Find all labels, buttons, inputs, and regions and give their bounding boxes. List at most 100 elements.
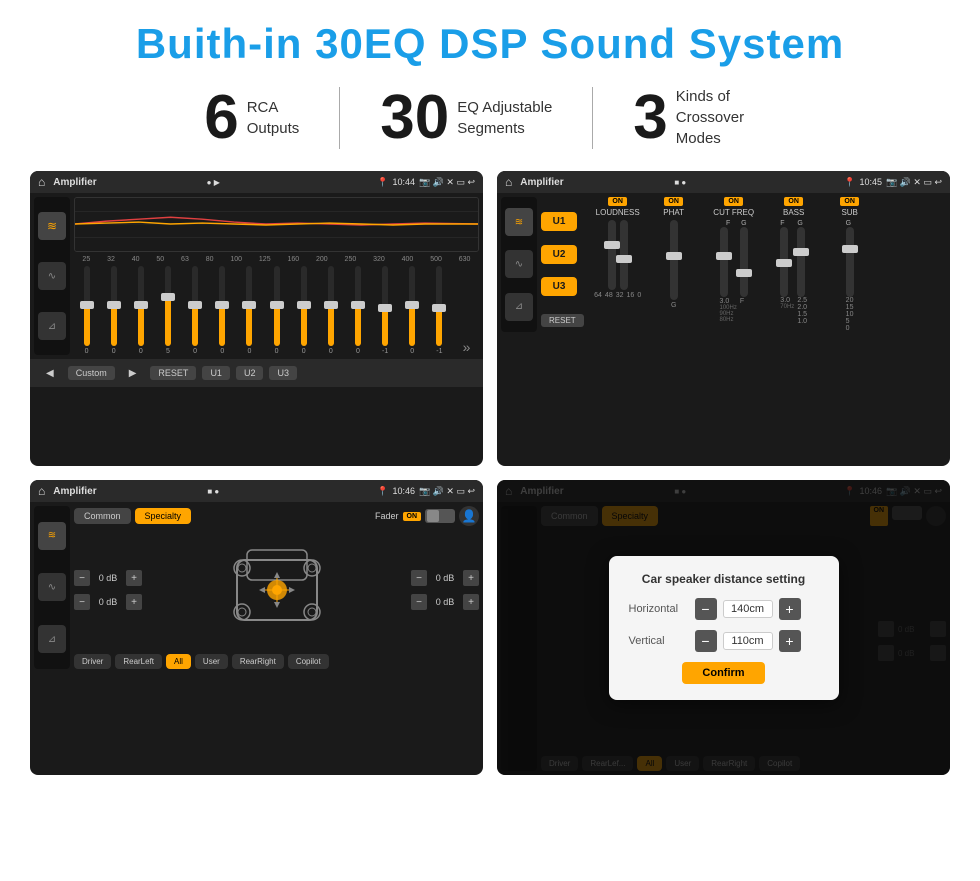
xo-home-icon[interactable]: ⌂ — [505, 175, 512, 189]
eq-sidebar-equalizer[interactable]: ≋ — [38, 212, 66, 240]
right-speaker-controls: − 0 dB + − 0 dB + — [411, 570, 479, 610]
eq-u3-btn[interactable]: U3 — [269, 366, 297, 380]
fader-screen: ⌂ Amplifier ■ ● 📍 10:46 📷 🔊 ✕ ▭ ↩ ≋ ∿ ⊿ — [30, 480, 483, 775]
xo-phat-slider[interactable] — [670, 220, 678, 300]
xo-sub-on[interactable]: ON — [840, 197, 859, 206]
eq-main: 253240506380100 125160200250320400500630… — [74, 197, 479, 355]
fader-sidebar-speaker[interactable]: ⊿ — [38, 625, 66, 653]
right-bottom-db: 0 dB — [431, 597, 459, 607]
features-row: 6 RCA Outputs 30 EQ Adjustable Segments … — [30, 86, 950, 149]
fader-location: 📍 — [377, 486, 388, 497]
dialog-horizontal-row: Horizontal − 140cm + — [629, 598, 819, 620]
xo-cutfreq-slider2[interactable] — [740, 227, 748, 297]
fader-home-icon[interactable]: ⌂ — [38, 484, 45, 498]
xo-cutfreq-on[interactable]: ON — [724, 197, 743, 206]
eq-chart — [74, 197, 479, 252]
eq-reset-btn[interactable]: RESET — [150, 366, 196, 380]
xo-u1-btn[interactable]: U1 — [541, 212, 577, 231]
xo-sub-slider1[interactable] — [846, 227, 854, 297]
xo-sidebar-wave[interactable]: ∿ — [505, 250, 533, 278]
rca-text: RCA Outputs — [247, 97, 300, 139]
fader-label: Fader — [375, 511, 399, 521]
fader-on-badge[interactable]: ON — [403, 512, 422, 521]
xo-bass-slider1[interactable] — [780, 227, 788, 297]
eq-app-name: Amplifier — [53, 177, 202, 188]
car-diagram — [148, 530, 405, 650]
xo-u3-btn[interactable]: U3 — [541, 277, 577, 296]
fader-bottom-buttons: Driver RearLeft All User RearRight Copil… — [74, 654, 479, 669]
eq-prev-btn[interactable]: ◀ — [38, 366, 62, 381]
fader-specialty-tab[interactable]: Specialty — [135, 508, 192, 524]
xo-dots: ■ ● — [674, 178, 686, 187]
fader-sidebar-eq[interactable]: ≋ — [38, 522, 66, 550]
right-top-db: 0 dB — [431, 573, 459, 583]
dialog-horizontal-minus[interactable]: − — [695, 598, 717, 620]
slider-9: 0 — [291, 266, 316, 355]
dialog-confirm-button[interactable]: Confirm — [682, 662, 764, 684]
dialog-horizontal-label: Horizontal — [629, 603, 689, 615]
fader-app-name: Amplifier — [53, 486, 203, 497]
xo-cutfreq: ON CUT FREQ F 3.0 100Hz 90Hz 80Hz — [704, 197, 764, 332]
eq-labels: 253240506380100 125160200250320400500630 — [74, 256, 479, 263]
right-bottom-plus[interactable]: + — [463, 594, 479, 610]
eq-u1-btn[interactable]: U1 — [202, 366, 230, 380]
eq-number: 30 — [380, 87, 449, 149]
left-top-minus[interactable]: − — [74, 570, 90, 586]
fader-time: 10:46 — [392, 486, 415, 496]
eq-custom-btn[interactable]: Custom — [68, 366, 115, 380]
right-top-minus[interactable]: − — [411, 570, 427, 586]
xo-bass-on[interactable]: ON — [784, 197, 803, 206]
xo-reset-btn[interactable]: RESET — [541, 314, 584, 327]
xo-loudness-on[interactable]: ON — [608, 197, 627, 206]
home-icon[interactable]: ⌂ — [38, 175, 45, 189]
eq-sidebar-wave[interactable]: ∿ — [38, 262, 66, 290]
slider-11: 0 — [345, 266, 370, 355]
fader-rearright-btn[interactable]: RearRight — [232, 654, 284, 669]
xo-cutfreq-slider1[interactable] — [720, 227, 728, 297]
fader-user-btn[interactable]: User — [195, 654, 228, 669]
slider-12: -1 — [373, 266, 398, 355]
eq-u2-btn[interactable]: U2 — [236, 366, 264, 380]
fader-common-tab[interactable]: Common — [74, 508, 131, 524]
fader-settings-icon[interactable]: 👤 — [462, 509, 477, 523]
fader-sidebar-wave[interactable]: ∿ — [38, 573, 66, 601]
left-bottom-minus[interactable]: − — [74, 594, 90, 610]
left-bottom-speaker: − 0 dB + — [74, 594, 142, 610]
dialog-horizontal-value: 140cm — [723, 600, 773, 618]
feature-rca: 6 RCA Outputs — [164, 87, 340, 149]
xo-u2-btn[interactable]: U2 — [541, 245, 577, 264]
fader-rearleft-btn[interactable]: RearLeft — [115, 654, 162, 669]
left-top-plus[interactable]: + — [126, 570, 142, 586]
dialog-vertical-plus[interactable]: + — [779, 630, 801, 652]
dialog-vertical-value: 110cm — [723, 632, 773, 650]
fader-all-btn[interactable]: All — [166, 654, 191, 669]
right-top-plus[interactable]: + — [463, 570, 479, 586]
xo-content: ≋ ∿ ⊿ U1 U2 U3 RESET — [497, 193, 950, 336]
xo-loudness-label: LOUDNESS — [596, 208, 640, 217]
eq-play-btn[interactable]: ▶ — [121, 366, 145, 381]
crossover-screen: ⌂ Amplifier ■ ● 📍 10:45 📷 🔊 ✕ ▭ ↩ ≋ ∿ ⊿ … — [497, 171, 950, 466]
fader-driver-btn[interactable]: Driver — [74, 654, 111, 669]
slider-14: -1 — [427, 266, 452, 355]
slider-forward[interactable]: » — [454, 339, 479, 355]
xo-bass-slider2[interactable] — [797, 227, 805, 297]
xo-phat-on[interactable]: ON — [664, 197, 683, 206]
xo-phat: ON PHAT G — [648, 197, 700, 332]
fader-status-bar: ⌂ Amplifier ■ ● 📍 10:46 📷 🔊 ✕ ▭ ↩ — [30, 480, 483, 502]
xo-time: 10:45 — [859, 177, 882, 187]
slider-5: 0 — [183, 266, 208, 355]
left-bottom-plus[interactable]: + — [126, 594, 142, 610]
xo-loudness-slider2[interactable] — [620, 220, 628, 290]
eq-status-icons: 📷 🔊 ✕ ▭ ↩ — [419, 177, 475, 188]
slider-13: 0 — [400, 266, 425, 355]
left-speaker-controls: − 0 dB + − 0 dB + — [74, 570, 142, 610]
dialog-vertical-minus[interactable]: − — [695, 630, 717, 652]
xo-location-icon: 📍 — [844, 177, 855, 188]
eq-sidebar-speaker[interactable]: ⊿ — [38, 312, 66, 340]
xo-loudness-slider1[interactable] — [608, 220, 616, 290]
xo-sidebar-speaker[interactable]: ⊿ — [505, 293, 533, 321]
right-bottom-minus[interactable]: − — [411, 594, 427, 610]
fader-copilot-btn[interactable]: Copilot — [288, 654, 329, 669]
xo-sidebar-eq[interactable]: ≋ — [505, 208, 533, 236]
dialog-horizontal-plus[interactable]: + — [779, 598, 801, 620]
